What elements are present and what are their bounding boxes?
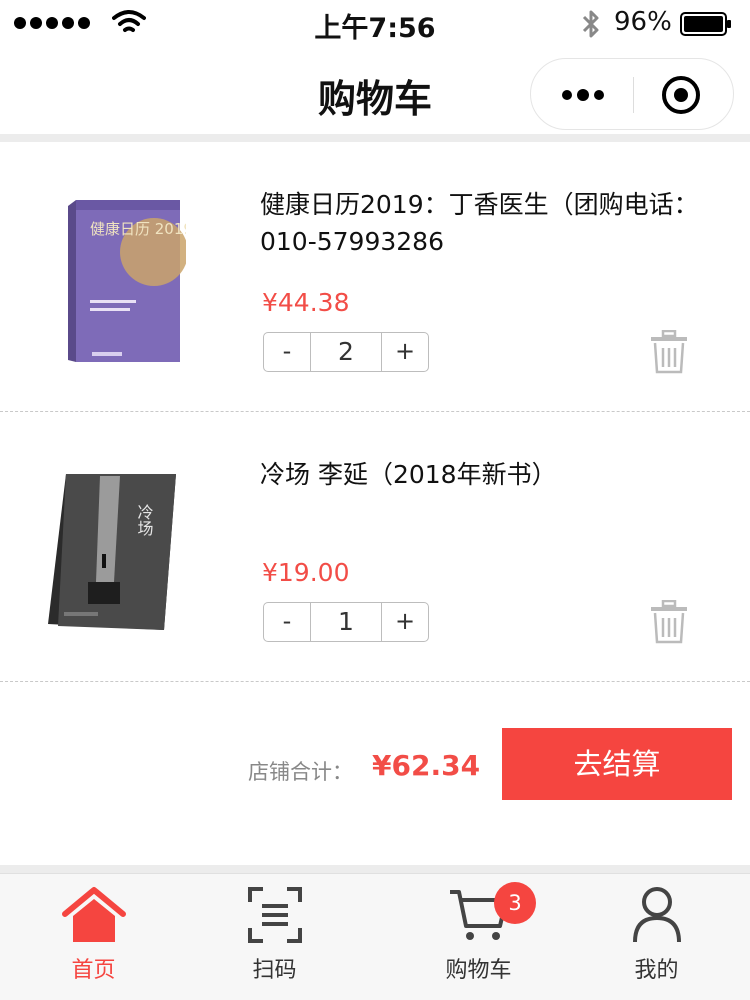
tab-cart[interactable]: 3 购物车 — [385, 874, 572, 994]
trash-icon[interactable] — [650, 330, 688, 374]
cart-badge: 3 — [494, 882, 536, 924]
total-value: ¥62.34 — [372, 749, 481, 782]
cart-item: 冷场 冷场 李延（2018年新书） ¥19.00 - 1 + — [0, 412, 750, 682]
quantity-value[interactable]: 1 — [310, 603, 382, 641]
checkout-button[interactable]: 去结算 — [502, 728, 732, 800]
cover-title-text: 健康日历 2019 — [90, 220, 186, 238]
home-icon — [61, 887, 126, 942]
battery-percent: 96% — [614, 7, 672, 37]
close-target-icon[interactable] — [661, 75, 701, 115]
book-cover-image[interactable]: 冷场 — [44, 470, 180, 634]
total-label: 店铺合计： — [248, 760, 353, 784]
trash-icon[interactable] — [650, 600, 688, 644]
bluetooth-icon — [582, 10, 599, 38]
item-price: ¥19.00 — [262, 558, 350, 587]
tab-home[interactable]: 首页 — [0, 874, 187, 994]
increase-button[interactable]: + — [382, 603, 428, 641]
cover-title-text: 冷场 — [135, 504, 154, 537]
decrease-button[interactable]: - — [264, 603, 310, 641]
tab-profile[interactable]: 我的 — [563, 874, 750, 994]
tab-bar: 首页 扫码 3 购物车 我的 — [0, 873, 750, 1000]
quantity-value[interactable]: 2 — [310, 333, 382, 371]
status-bar: 上午7:56 96% — [0, 0, 750, 48]
quantity-stepper: - 2 + — [263, 332, 429, 372]
book-cover-image[interactable]: 健康日历 2019 — [62, 192, 186, 367]
item-title[interactable]: 冷场 李延（2018年新书） — [260, 456, 730, 493]
nav-bar: 购物车 — [0, 48, 750, 134]
tab-label: 我的 — [634, 958, 679, 983]
item-title[interactable]: 健康日历2019：丁香医生（团购电话：010-57993286 — [260, 186, 730, 260]
user-icon — [632, 887, 681, 943]
scan-icon — [247, 887, 302, 943]
cart-summary: 店铺合计： ¥62.34 去结算 — [0, 683, 750, 865]
item-price: ¥44.38 — [262, 288, 350, 317]
increase-button[interactable]: + — [382, 333, 428, 371]
mini-program-capsule — [530, 58, 734, 130]
tab-label: 扫码 — [252, 958, 297, 983]
more-icon[interactable] — [557, 79, 609, 111]
section-divider — [0, 865, 750, 873]
quantity-stepper: - 1 + — [263, 602, 429, 642]
decrease-button[interactable]: - — [264, 333, 310, 371]
capsule-divider — [633, 77, 634, 113]
battery-icon — [680, 12, 731, 36]
tab-label: 购物车 — [445, 958, 512, 983]
cart-item: 健康日历 2019 健康日历2019：丁香医生（团购电话：010-5799328… — [0, 142, 750, 412]
tab-label: 首页 — [71, 958, 116, 983]
tab-scan[interactable]: 扫码 — [181, 874, 368, 994]
